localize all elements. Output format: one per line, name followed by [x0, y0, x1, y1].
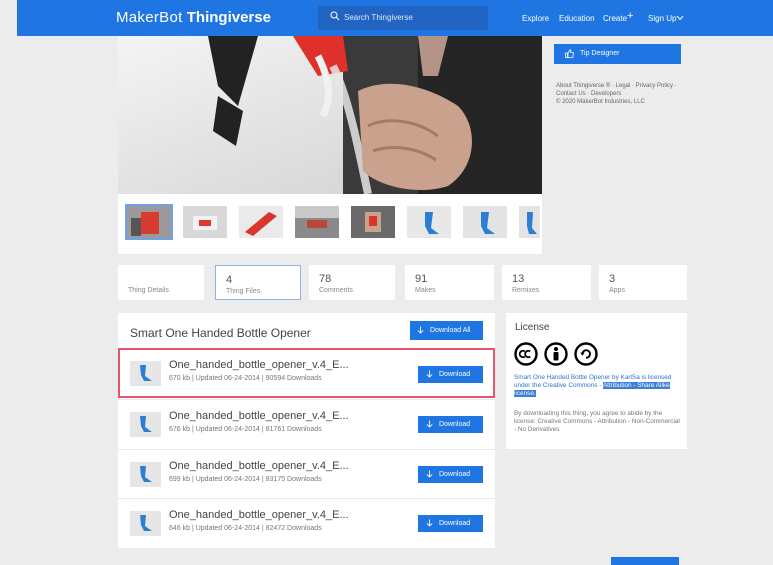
- row-divider: [118, 449, 495, 450]
- footer-links-line1[interactable]: About Thingiverse ® · Legal · Privacy Po…: [556, 82, 677, 90]
- bottom-action-button[interactable]: [611, 557, 679, 565]
- tab-makes[interactable]: 91 Makes: [405, 265, 494, 300]
- file-name[interactable]: One_handed_bottle_opener_v.4_E...: [169, 460, 349, 472]
- file-thumbnail: [130, 462, 161, 487]
- download-arrow-icon: [426, 519, 433, 527]
- thumbnail-2[interactable]: [183, 206, 227, 238]
- thumbs-up-icon: [565, 49, 574, 58]
- creative-commons-icons[interactable]: [514, 341, 604, 367]
- search-icon: [330, 11, 340, 21]
- nav-explore[interactable]: Explore: [522, 14, 549, 23]
- search-placeholder: Search Thingiverse: [344, 13, 413, 22]
- file-thumbnail: [130, 412, 161, 437]
- file-meta: 676 kb | Updated 06-24-2014 | 81761 Down…: [169, 426, 322, 433]
- plus-icon[interactable]: +: [627, 10, 633, 22]
- tip-designer-button[interactable]: Tip Designer: [554, 44, 681, 64]
- tab-comments[interactable]: 78 Comments: [309, 265, 395, 300]
- thumbnail-7[interactable]: [463, 206, 507, 238]
- file-name[interactable]: One_handed_bottle_opener_v.4_E...: [169, 509, 349, 521]
- tab-label: Thing Details: [128, 287, 169, 294]
- footer-links-line2[interactable]: Contact Us · Developers: [556, 90, 677, 98]
- tab-label: Remixes: [512, 287, 540, 294]
- tab-count: 78: [319, 273, 332, 285]
- tab-label: Apps: [609, 287, 625, 294]
- tab-label: Comments: [319, 287, 353, 294]
- tab-count: 13: [512, 273, 525, 285]
- copyright-text: © 2020 MakerBot Industries, LLC: [556, 99, 645, 105]
- file-thumbnail: [130, 511, 161, 536]
- tip-designer-label: Tip Designer: [580, 50, 620, 57]
- download-all-label: Download All: [430, 327, 471, 334]
- file-meta: 699 kb | Updated 06-24-2014 | 83175 Down…: [169, 476, 322, 483]
- download-arrow-icon: [426, 470, 433, 478]
- logo-prefix: MakerBot: [116, 9, 183, 26]
- download-arrow-icon: [426, 420, 433, 428]
- download-button[interactable]: Download: [418, 416, 483, 433]
- thumbnail-5[interactable]: [351, 206, 395, 238]
- chevron-down-icon[interactable]: [676, 15, 684, 21]
- tab-thing-files[interactable]: 4 Thing Files: [215, 265, 301, 300]
- thumbnail-1[interactable]: [125, 204, 173, 240]
- nav-create[interactable]: Create: [603, 14, 627, 23]
- site-logo[interactable]: MakerBot Thingiverse: [116, 9, 271, 26]
- attribution-icon: [544, 342, 568, 366]
- download-label: Download: [439, 520, 471, 527]
- row-divider: [118, 399, 495, 400]
- file-meta: 646 kb | Updated 06-24-2014 | 82472 Down…: [169, 525, 322, 532]
- thumbnail-4[interactable]: [295, 206, 339, 238]
- footer-links[interactable]: About Thingiverse ® · Legal · Privacy Po…: [556, 82, 677, 106]
- download-all-button[interactable]: Download All: [410, 321, 483, 340]
- tab-count: 4: [226, 274, 233, 286]
- license-agree-text: By downloading this thing, you agree to …: [514, 410, 680, 433]
- cc-icon: [514, 342, 538, 366]
- main-photo: [118, 36, 542, 194]
- tab-label: Thing Files: [226, 288, 261, 295]
- license-text[interactable]: Smart One Handed Bottle Opener by KarlSa…: [514, 374, 680, 398]
- download-arrow-icon: [417, 326, 424, 334]
- share-alike-icon: [574, 342, 598, 366]
- logo-brand: Thingiverse: [186, 9, 271, 26]
- tab-count: 3: [609, 273, 616, 285]
- file-name[interactable]: One_handed_bottle_opener_v.4_E...: [169, 410, 349, 422]
- download-label: Download: [439, 421, 471, 428]
- license-title: License: [515, 322, 550, 333]
- search-input[interactable]: Search Thingiverse: [318, 6, 488, 30]
- thumbnail-8[interactable]: [519, 206, 540, 238]
- tab-count: 91: [415, 273, 428, 285]
- tab-apps[interactable]: 3 Apps: [599, 265, 687, 300]
- nav-sign-up[interactable]: Sign Up: [648, 14, 676, 23]
- download-label: Download: [439, 471, 471, 478]
- nav-education[interactable]: Education: [559, 14, 595, 23]
- download-button[interactable]: Download: [418, 466, 483, 483]
- download-button[interactable]: Download: [418, 515, 483, 532]
- highlight-box: [118, 348, 495, 398]
- files-title: Smart One Handed Bottle Opener: [130, 326, 311, 340]
- tab-label: Makes: [415, 287, 436, 294]
- row-divider: [118, 498, 495, 499]
- tab-thing-details[interactable]: Thing Details: [118, 265, 204, 300]
- thumbnail-6[interactable]: [407, 206, 451, 238]
- thumbnail-3[interactable]: [239, 206, 283, 238]
- tab-remixes[interactable]: 13 Remixes: [502, 265, 591, 300]
